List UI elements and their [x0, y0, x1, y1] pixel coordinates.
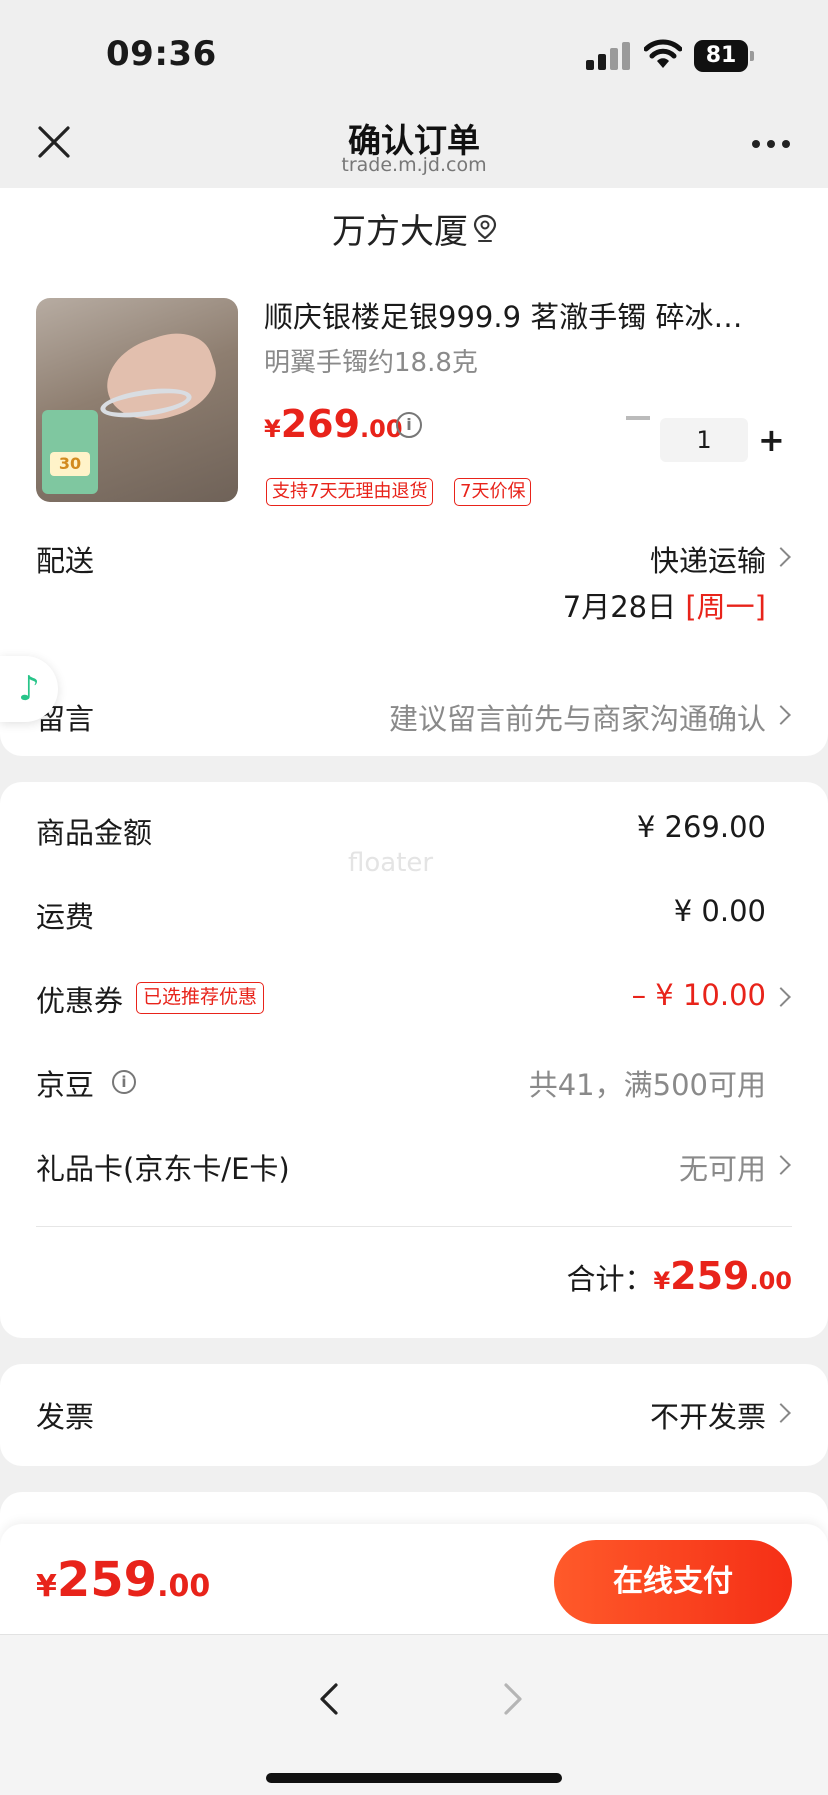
chevron-right-icon [771, 1155, 791, 1175]
page-url: trade.m.jd.com [341, 154, 487, 176]
info-icon[interactable]: i [112, 1070, 136, 1094]
home-indicator[interactable] [266, 1773, 562, 1783]
promo-sticker: 30 [42, 410, 98, 494]
delivery-method[interactable]: 快递运输 [650, 538, 766, 580]
more-icon[interactable] [752, 140, 792, 150]
jingdou-label: 京豆 [36, 1068, 95, 1102]
price-protect-tag: 7天价保 [454, 478, 532, 506]
product-spec: 明翼手镯约18.8克 [264, 348, 478, 378]
coupon-label: 优惠券 [36, 984, 124, 1018]
forward-arrow-icon[interactable] [494, 1681, 530, 1717]
invoice-card[interactable]: 发票 不开发票 [0, 1364, 828, 1466]
pay-total-price: ¥259.00 [36, 1552, 211, 1608]
goods-amount-value: ¥ 269.00 [636, 810, 766, 844]
order-total: 合计：¥259.00 [566, 1254, 792, 1298]
invoice-label: 发票 [36, 1400, 95, 1434]
location-pin-icon [473, 214, 497, 242]
divider [36, 1226, 792, 1227]
delivery-date[interactable]: 7月28日 [周一] [563, 584, 766, 626]
goods-amount-label: 商品金额 [36, 816, 153, 850]
battery-icon: 81 [694, 40, 754, 72]
price-summary-card: floater 商品金额 ¥ 269.00 运费 ¥ 0.00 优惠券 已选推荐… [0, 782, 828, 1338]
info-icon[interactable]: i [396, 412, 422, 438]
coupon-value[interactable]: – ¥ 10.00 [632, 978, 766, 1012]
status-bar: 09:36 81 [0, 0, 828, 100]
battery-level: 81 [694, 40, 748, 72]
delivery-label: 配送 [36, 544, 95, 578]
invoice-value[interactable]: 不开发票 [650, 1394, 766, 1436]
nav-header: 确认订单 trade.m.jd.com [0, 100, 828, 188]
message-input[interactable]: 建议留言前先与商家沟通确认 [389, 696, 766, 738]
quantity-minus-button[interactable] [626, 416, 650, 420]
coupon-recommended-tag: 已选推荐优惠 [136, 982, 265, 1014]
checkout-bar: ¥259.00 在线支付 [0, 1524, 828, 1634]
shipping-value: ¥ 0.00 [673, 894, 766, 928]
shipping-label: 运费 [36, 900, 95, 934]
floater-watermark: floater [348, 848, 434, 878]
address-text: 万方大厦 [332, 212, 468, 252]
return-policy-tag: 支持7天无理由退货 [266, 478, 434, 506]
chevron-right-icon [771, 1403, 791, 1423]
product-image[interactable]: 30 [36, 298, 238, 502]
quantity-plus-button[interactable]: + [758, 418, 785, 462]
product-price: ¥269.00 [264, 402, 403, 446]
chevron-right-icon [771, 987, 791, 1007]
back-arrow-icon[interactable] [312, 1681, 348, 1717]
jingdou-value: 共41，满500可用 [528, 1068, 766, 1102]
address-bar[interactable]: 万方大厦 [0, 188, 828, 266]
chevron-right-icon [771, 547, 791, 567]
wifi-icon [644, 39, 682, 68]
cellular-signal-icon [586, 42, 630, 70]
chevron-right-icon [771, 705, 791, 725]
giftcard-label: 礼品卡(京东卡/E卡) [36, 1152, 290, 1186]
pay-online-button[interactable]: 在线支付 [554, 1540, 792, 1624]
status-time: 09:36 [106, 34, 217, 74]
quantity-value[interactable]: 1 [660, 418, 748, 462]
product-title[interactable]: 顺庆银楼足银999.9 茗澈手镯 碎冰… [264, 294, 774, 336]
giftcard-value[interactable]: 无可用 [679, 1146, 766, 1188]
browser-toolbar [0, 1634, 828, 1795]
order-item-card: 30 顺庆银楼足银999.9 茗澈手镯 碎冰… 明翼手镯约18.8克 ¥269.… [0, 266, 828, 756]
